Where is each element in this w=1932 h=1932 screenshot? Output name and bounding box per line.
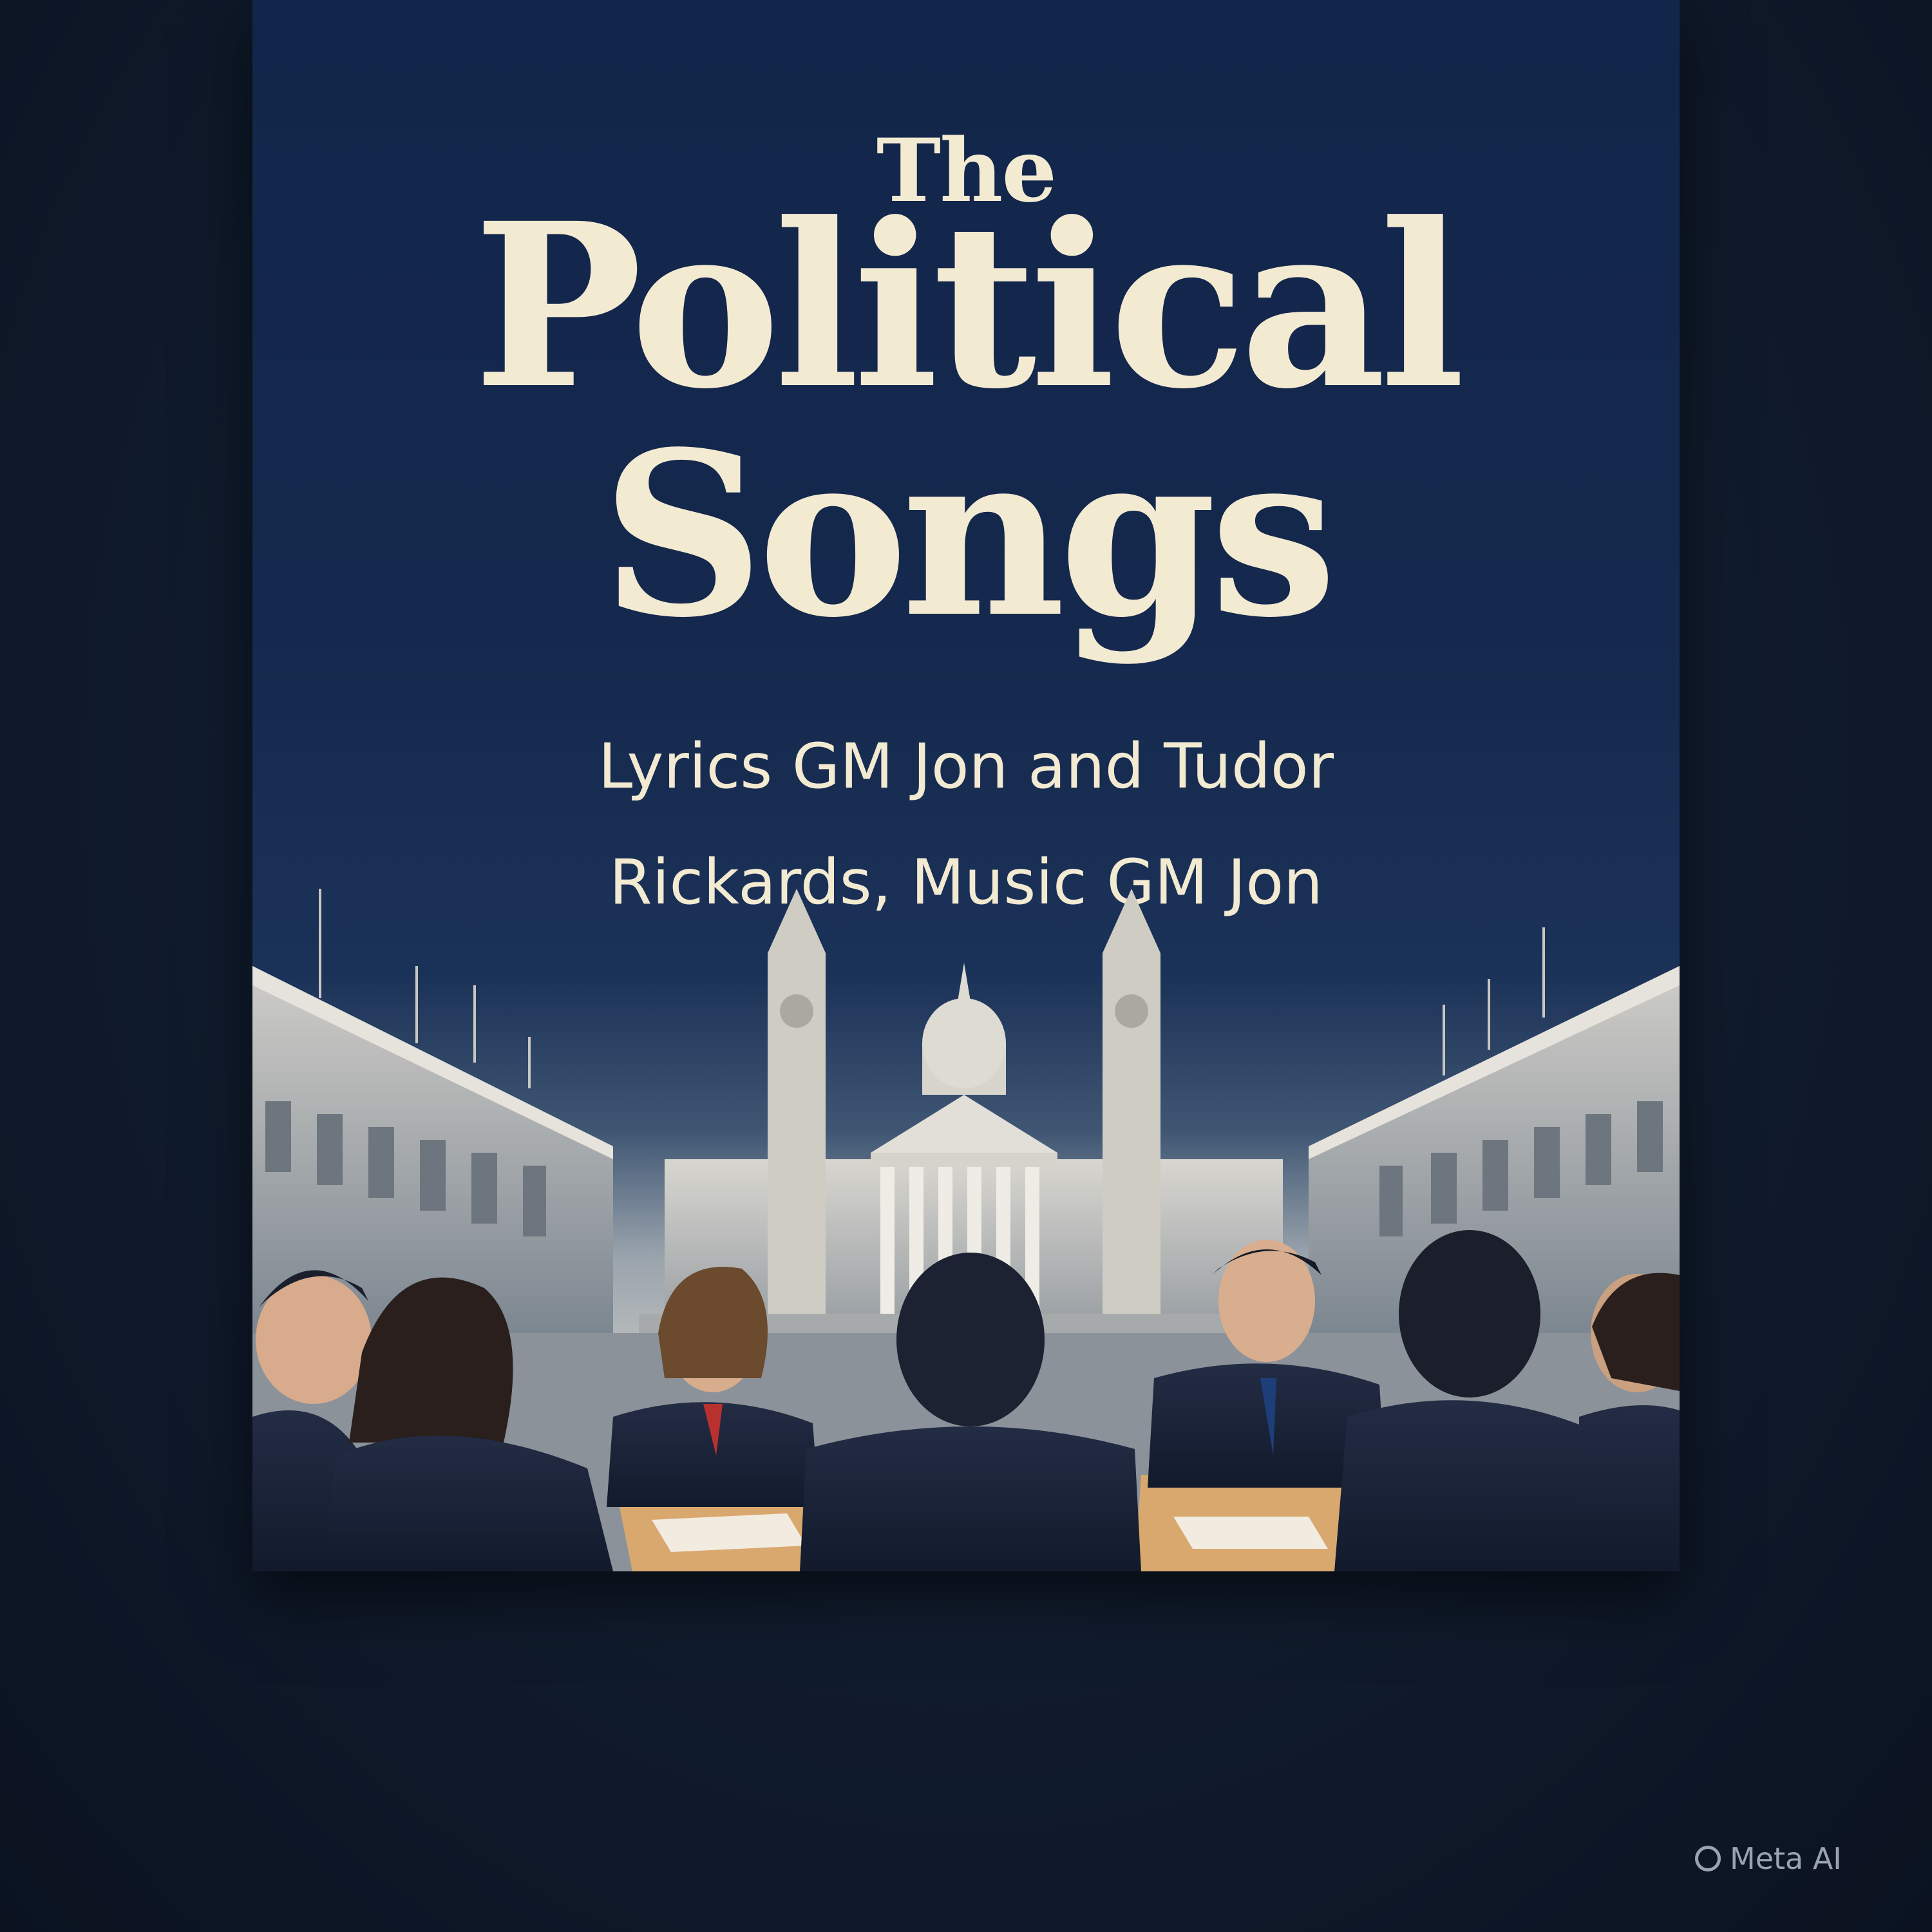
parliament-meeting-illustration bbox=[252, 889, 1680, 1571]
title-songs: Songs bbox=[601, 402, 1337, 667]
meta-ai-watermark: Meta AI bbox=[1695, 1839, 1842, 1878]
watermark-label: Meta AI bbox=[1730, 1841, 1842, 1876]
album-cover: The Political Songs Lyrics GM Jon and Tu… bbox=[252, 0, 1680, 1571]
title-political: Political bbox=[473, 173, 1466, 439]
left-wing-building bbox=[252, 889, 613, 1333]
credits-line-1: Lyrics GM Jon and Tudor bbox=[598, 730, 1334, 802]
meta-ai-ring-icon bbox=[1695, 1846, 1721, 1871]
